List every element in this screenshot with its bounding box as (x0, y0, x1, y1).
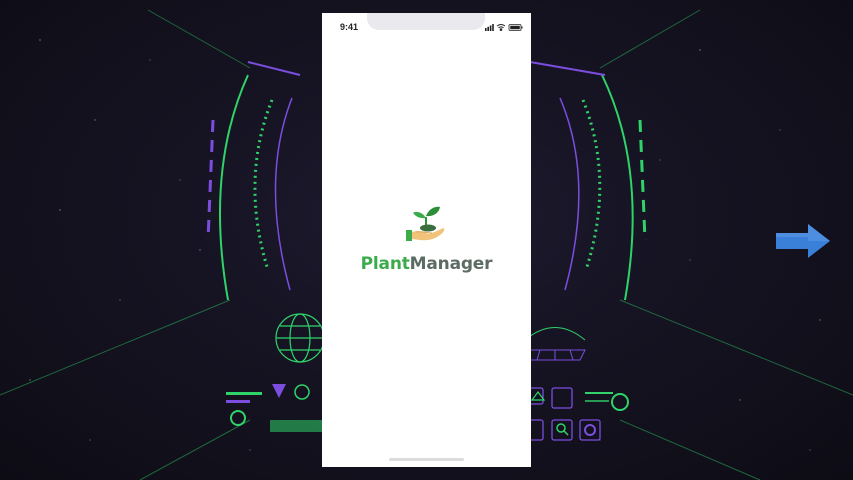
hand-with-sprout-icon (406, 206, 445, 241)
device-notch (367, 13, 485, 30)
status-icons (485, 24, 523, 31)
battery-icon (508, 24, 523, 31)
right-arrow-icon[interactable] (776, 224, 832, 258)
home-indicator[interactable] (389, 458, 464, 461)
signal-icon (485, 24, 494, 31)
logo-text-plant: Plant (360, 254, 410, 274)
status-time: 9:41 (340, 22, 359, 32)
logo-text-manager: Manager (409, 254, 493, 274)
app-logo-text: PlantManager (322, 254, 531, 274)
phone-screen: 9:41 PlantManager (322, 13, 531, 467)
wifi-icon (496, 24, 506, 31)
